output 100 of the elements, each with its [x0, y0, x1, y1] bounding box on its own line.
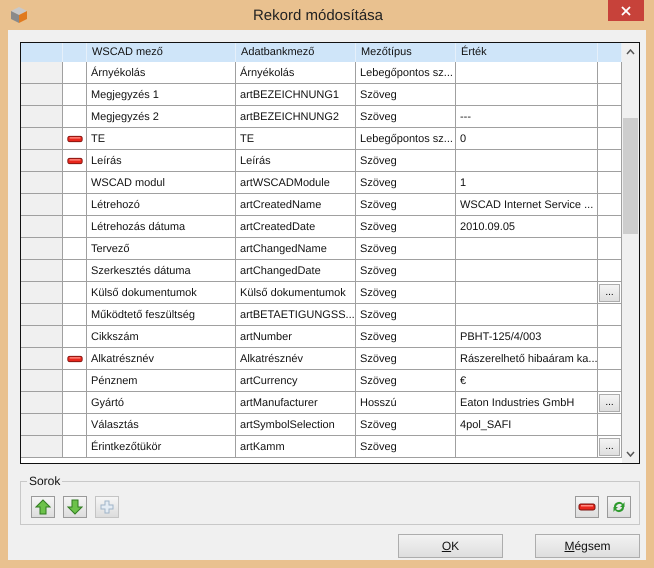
table-cell: artKamm [236, 436, 356, 458]
dialog-button[interactable]: Mégsem [535, 534, 640, 558]
row-header[interactable] [21, 436, 63, 458]
window-title: Rekord módosítása [252, 6, 384, 24]
table-cell: Eaton Industries GmbH [456, 392, 598, 414]
up-arrow-icon [35, 499, 51, 515]
row-header[interactable] [21, 326, 63, 348]
table-cell: Szöveg [356, 194, 456, 216]
table-cell: WSCAD modul [87, 172, 236, 194]
table-cell: 4pol_SAFI [456, 414, 598, 436]
down-button[interactable] [63, 496, 87, 518]
table-cell: Szöveg [356, 260, 456, 282]
browse-button[interactable]: ... [599, 284, 620, 302]
table-cell: Működtető feszültség [87, 304, 236, 326]
table-cell: Gyártó [87, 392, 236, 414]
table-cell: Rászerelhető hibaáram ka... [456, 348, 598, 370]
table-cell: Szöveg [356, 348, 456, 370]
row-header[interactable] [21, 84, 63, 106]
row-header[interactable] [21, 348, 63, 370]
table-cell: Cikkszám [87, 326, 236, 348]
table-cell: artChangedName [236, 238, 356, 260]
dialog-button[interactable]: OK [398, 534, 503, 558]
row-header[interactable] [21, 62, 63, 84]
row-header[interactable] [21, 392, 63, 414]
row-header[interactable] [21, 260, 63, 282]
table-cell: artCreatedDate [236, 216, 356, 238]
table-cell: artChangedDate [236, 260, 356, 282]
row-header[interactable] [21, 106, 63, 128]
up-button[interactable] [31, 496, 55, 518]
table-cell: Megjegyzés 2 [87, 106, 236, 128]
table-cell: Érintkezőtükör [87, 436, 236, 458]
table-cell: Alkatrésznév [236, 348, 356, 370]
table-cell: Szöveg [356, 282, 456, 304]
table-cell: PBHT-125/4/003 [456, 326, 598, 348]
row-header[interactable] [21, 304, 63, 326]
table-cell: Szöveg [356, 84, 456, 106]
table-cell: Választás [87, 414, 236, 436]
table-cell: Árnyékolás [87, 62, 236, 84]
table-cell: Szöveg [356, 150, 456, 172]
table-cell: artCreatedName [236, 194, 356, 216]
scroll-down-icon [626, 451, 635, 457]
table-cell: Leírás [236, 150, 356, 172]
row-header[interactable] [21, 150, 63, 172]
table-cell: Lebegőpontos sz... [356, 62, 456, 84]
table-cell: Tervező [87, 238, 236, 260]
column-header[interactable]: Mezőtípus [356, 43, 456, 62]
table-cell: Szöveg [356, 216, 456, 238]
table-cell: 2010.09.05 [456, 216, 598, 238]
table-cell: artNumber [236, 326, 356, 348]
down-arrow-icon [67, 499, 83, 515]
table-cell: Szöveg [356, 304, 456, 326]
table-cell: Leírás [87, 150, 236, 172]
table-cell: Szöveg [356, 172, 456, 194]
refresh-button[interactable] [607, 496, 631, 518]
table-cell: artSymbolSelection [236, 414, 356, 436]
row-header[interactable] [21, 238, 63, 260]
browse-button[interactable]: ... [599, 394, 620, 412]
table-cell: Pénznem [87, 370, 236, 392]
table-cell: artManufacturer [236, 392, 356, 414]
browse-button[interactable]: ... [599, 438, 620, 456]
row-header[interactable] [21, 414, 63, 436]
header-cell [63, 43, 87, 62]
table-cell: Szöveg [356, 106, 456, 128]
table-cell: artBEZEICHNUNG1 [236, 84, 356, 106]
table-cell: Szöveg [356, 414, 456, 436]
table-cell: Hosszú [356, 392, 456, 414]
column-header[interactable]: Adatbankmező [236, 43, 356, 62]
refresh-icon [611, 499, 627, 515]
table-cell: Szöveg [356, 436, 456, 458]
table-cell: Alkatrésznév [87, 348, 236, 370]
column-header[interactable]: WSCAD mező [87, 43, 236, 62]
table-cell: artCurrency [236, 370, 356, 392]
row-header[interactable] [21, 172, 63, 194]
header-cell [598, 43, 622, 62]
table-cell: Külső dokumentumok [236, 282, 356, 304]
table-cell: Szöveg [356, 238, 456, 260]
close-button[interactable] [608, 0, 644, 21]
remove-button[interactable] [575, 496, 599, 518]
table-cell: WSCAD Internet Service ... [456, 194, 598, 216]
table-cell: Létrehozó [87, 194, 236, 216]
cube-icon [10, 6, 28, 24]
scroll-up-icon [626, 49, 635, 55]
header-cell [21, 43, 63, 62]
row-header[interactable] [21, 194, 63, 216]
table-cell: --- [456, 106, 598, 128]
table-cell: artWSCADModule [236, 172, 356, 194]
plus-icon [100, 500, 114, 514]
row-header[interactable] [21, 370, 63, 392]
row-header[interactable] [21, 216, 63, 238]
scrollbar[interactable] [622, 43, 639, 463]
row-header[interactable] [21, 128, 63, 150]
table-cell: Árnyékolás [236, 62, 356, 84]
table-cell: Megjegyzés 1 [87, 84, 236, 106]
table-cell: € [456, 370, 598, 392]
row-header[interactable] [21, 282, 63, 304]
close-icon [621, 6, 631, 16]
table-cell: TE [87, 128, 236, 150]
scroll-thumb[interactable] [623, 118, 638, 234]
table-cell: Szöveg [356, 326, 456, 348]
column-header[interactable]: Érték [456, 43, 598, 62]
